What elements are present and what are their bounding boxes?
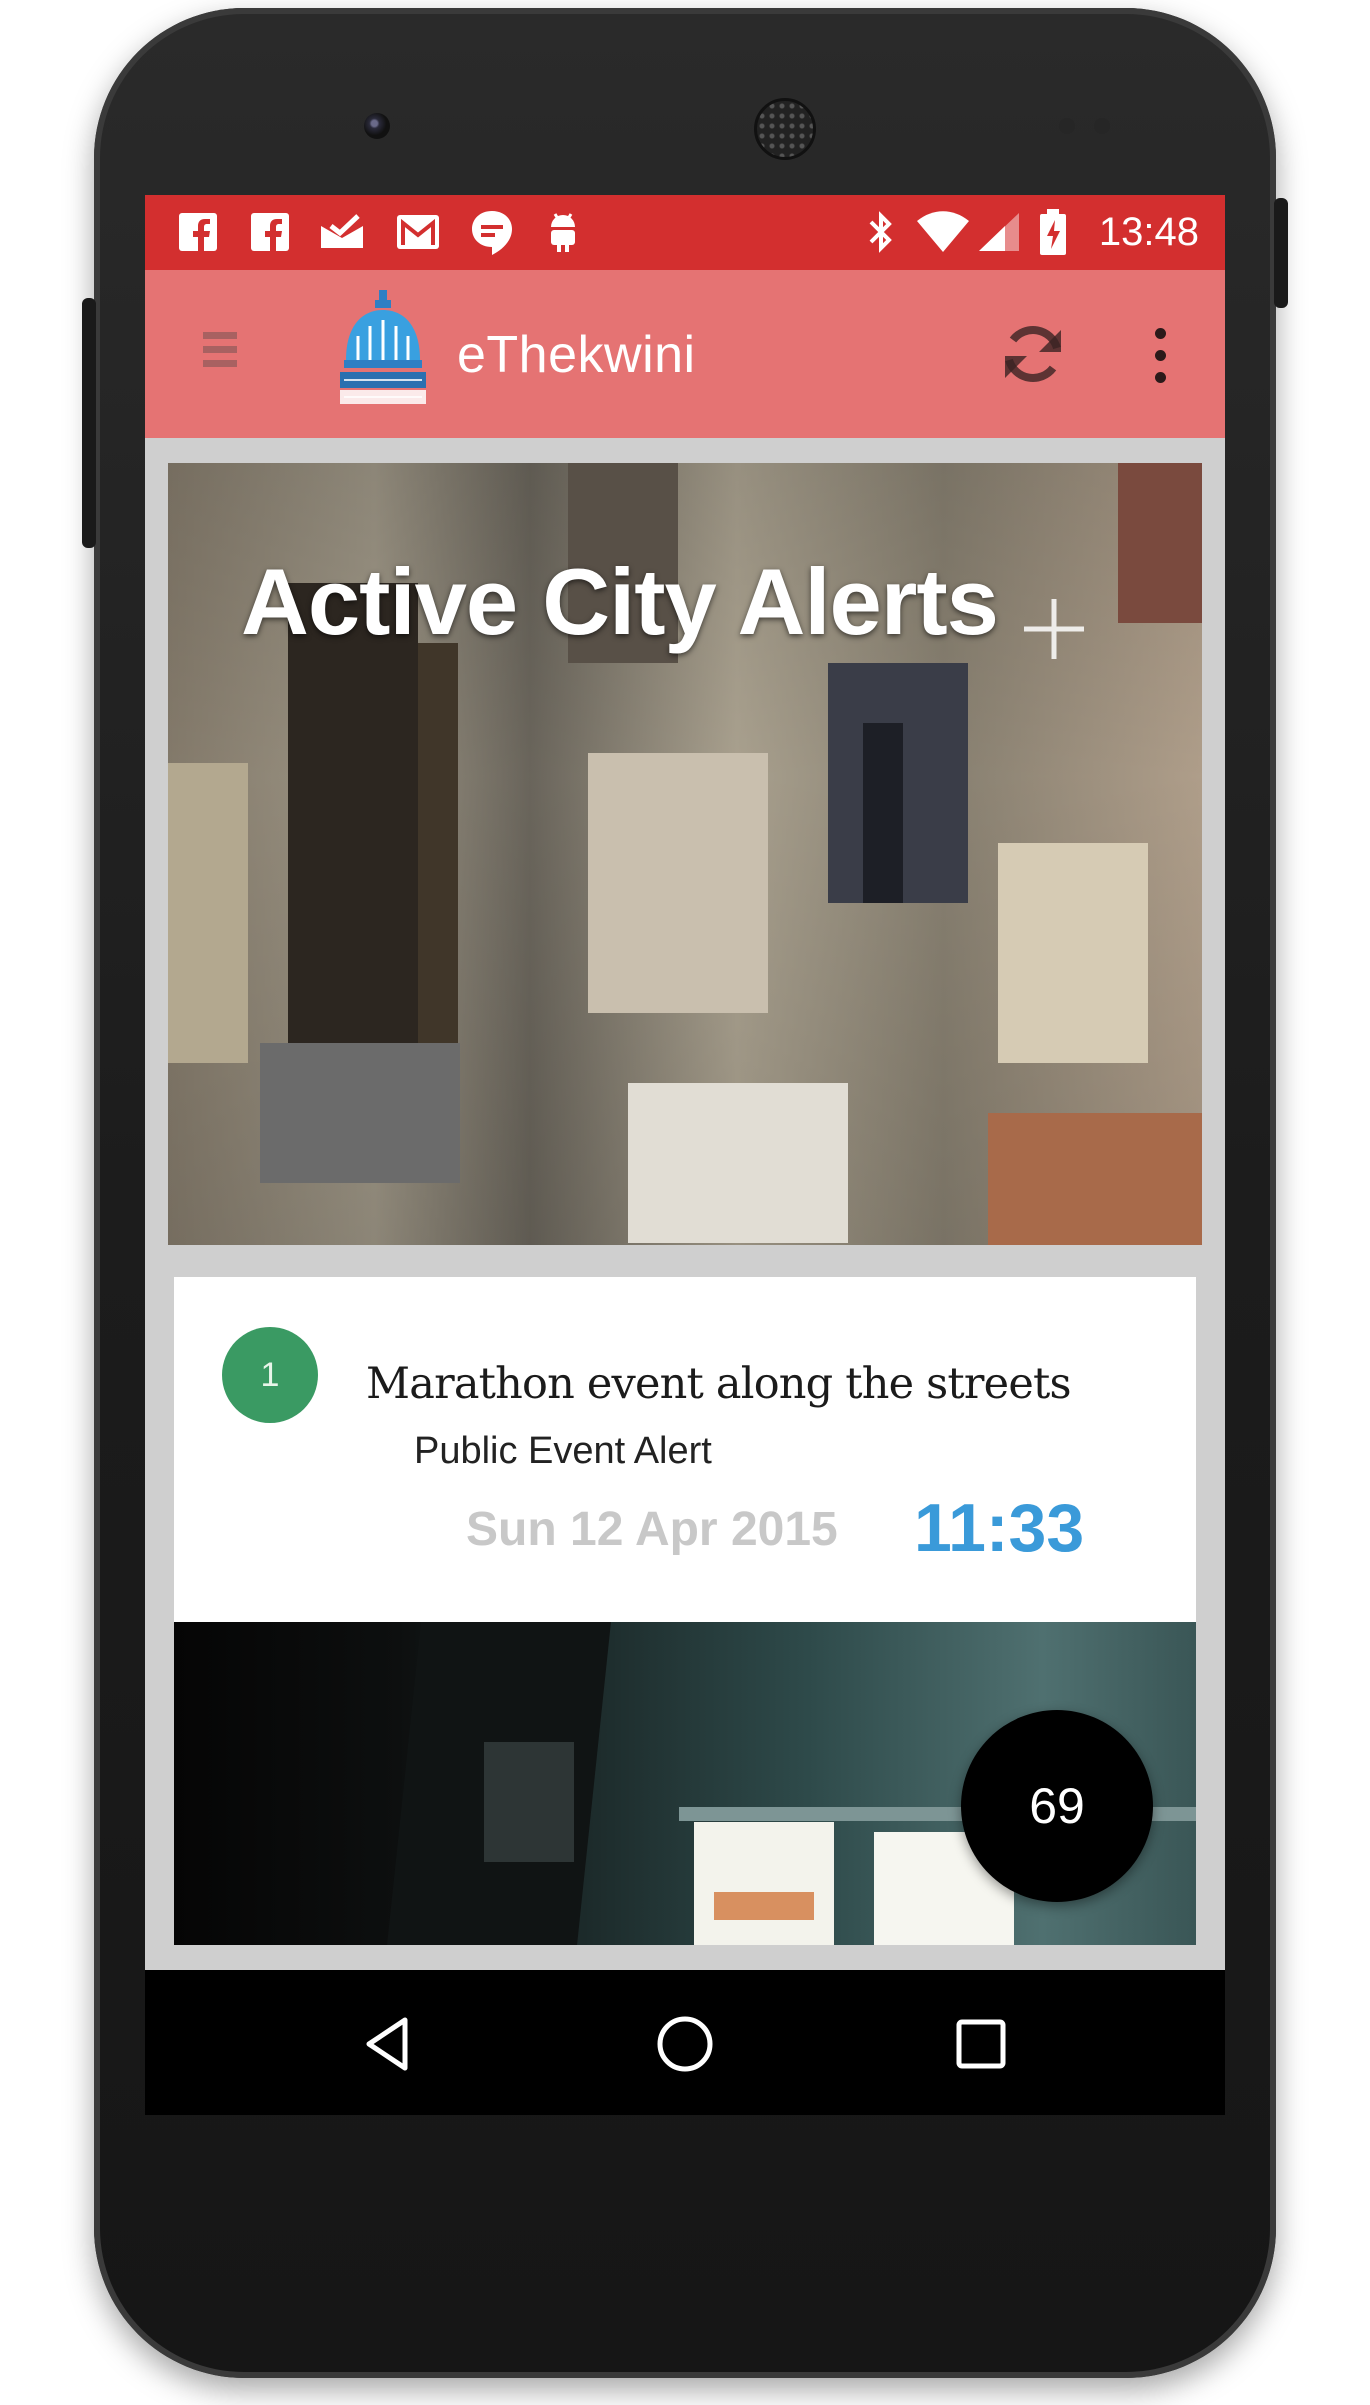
- gmail-icon: [393, 209, 443, 255]
- alert-number-badge: 1: [222, 1327, 318, 1423]
- facebook-icon: [247, 209, 293, 255]
- overflow-menu-icon[interactable]: [1150, 328, 1170, 384]
- back-icon[interactable]: [357, 2012, 421, 2076]
- city-skyline-banner: Active City Alerts: [168, 463, 1202, 1245]
- alert-card[interactable]: 1 Marathon event along the streets Publi…: [174, 1277, 1196, 1622]
- light-sensor: [1094, 118, 1110, 134]
- home-icon[interactable]: [653, 2012, 717, 2076]
- ethekwini-municipality-logo: [340, 290, 426, 412]
- android-icon: [541, 209, 585, 255]
- bluetooth-icon: [863, 209, 899, 255]
- wifi-icon: [913, 209, 973, 255]
- proximity-sensor: [1059, 118, 1075, 134]
- earpiece-speaker: [754, 98, 816, 160]
- app-title: eThekwini: [457, 326, 696, 384]
- inbox-icon: [317, 209, 367, 255]
- navigation-bar: [145, 1970, 1225, 2115]
- battery-charging-icon: [1035, 209, 1071, 255]
- power-button: [1274, 198, 1288, 308]
- alerts-count-fab[interactable]: 69: [961, 1710, 1153, 1902]
- alert-title: Marathon event along the streets: [366, 1359, 1072, 1409]
- alert-date: Sun 12 Apr 2015: [466, 1503, 838, 1556]
- nav-drawer-icon[interactable]: [203, 332, 237, 374]
- status-clock: 13:48: [1098, 210, 1199, 254]
- recents-icon[interactable]: [949, 2012, 1013, 2076]
- alert-time: 11:33: [914, 1490, 1085, 1566]
- refresh-icon[interactable]: [997, 318, 1069, 390]
- volume-button: [82, 298, 96, 548]
- device-screen: 13:48 eThekwini Active City Alerts 1 Mar…: [145, 195, 1225, 2115]
- status-bar: 13:48: [145, 195, 1225, 270]
- hangouts-icon: [467, 209, 517, 255]
- add-icon[interactable]: [1020, 595, 1088, 663]
- hero-title: Active City Alerts: [241, 549, 999, 654]
- front-camera: [364, 113, 390, 139]
- app-bar: eThekwini: [145, 270, 1225, 438]
- signal-icon: [975, 209, 1023, 255]
- alert-type: Public Event Alert: [414, 1430, 712, 1472]
- facebook-icon: [175, 209, 221, 255]
